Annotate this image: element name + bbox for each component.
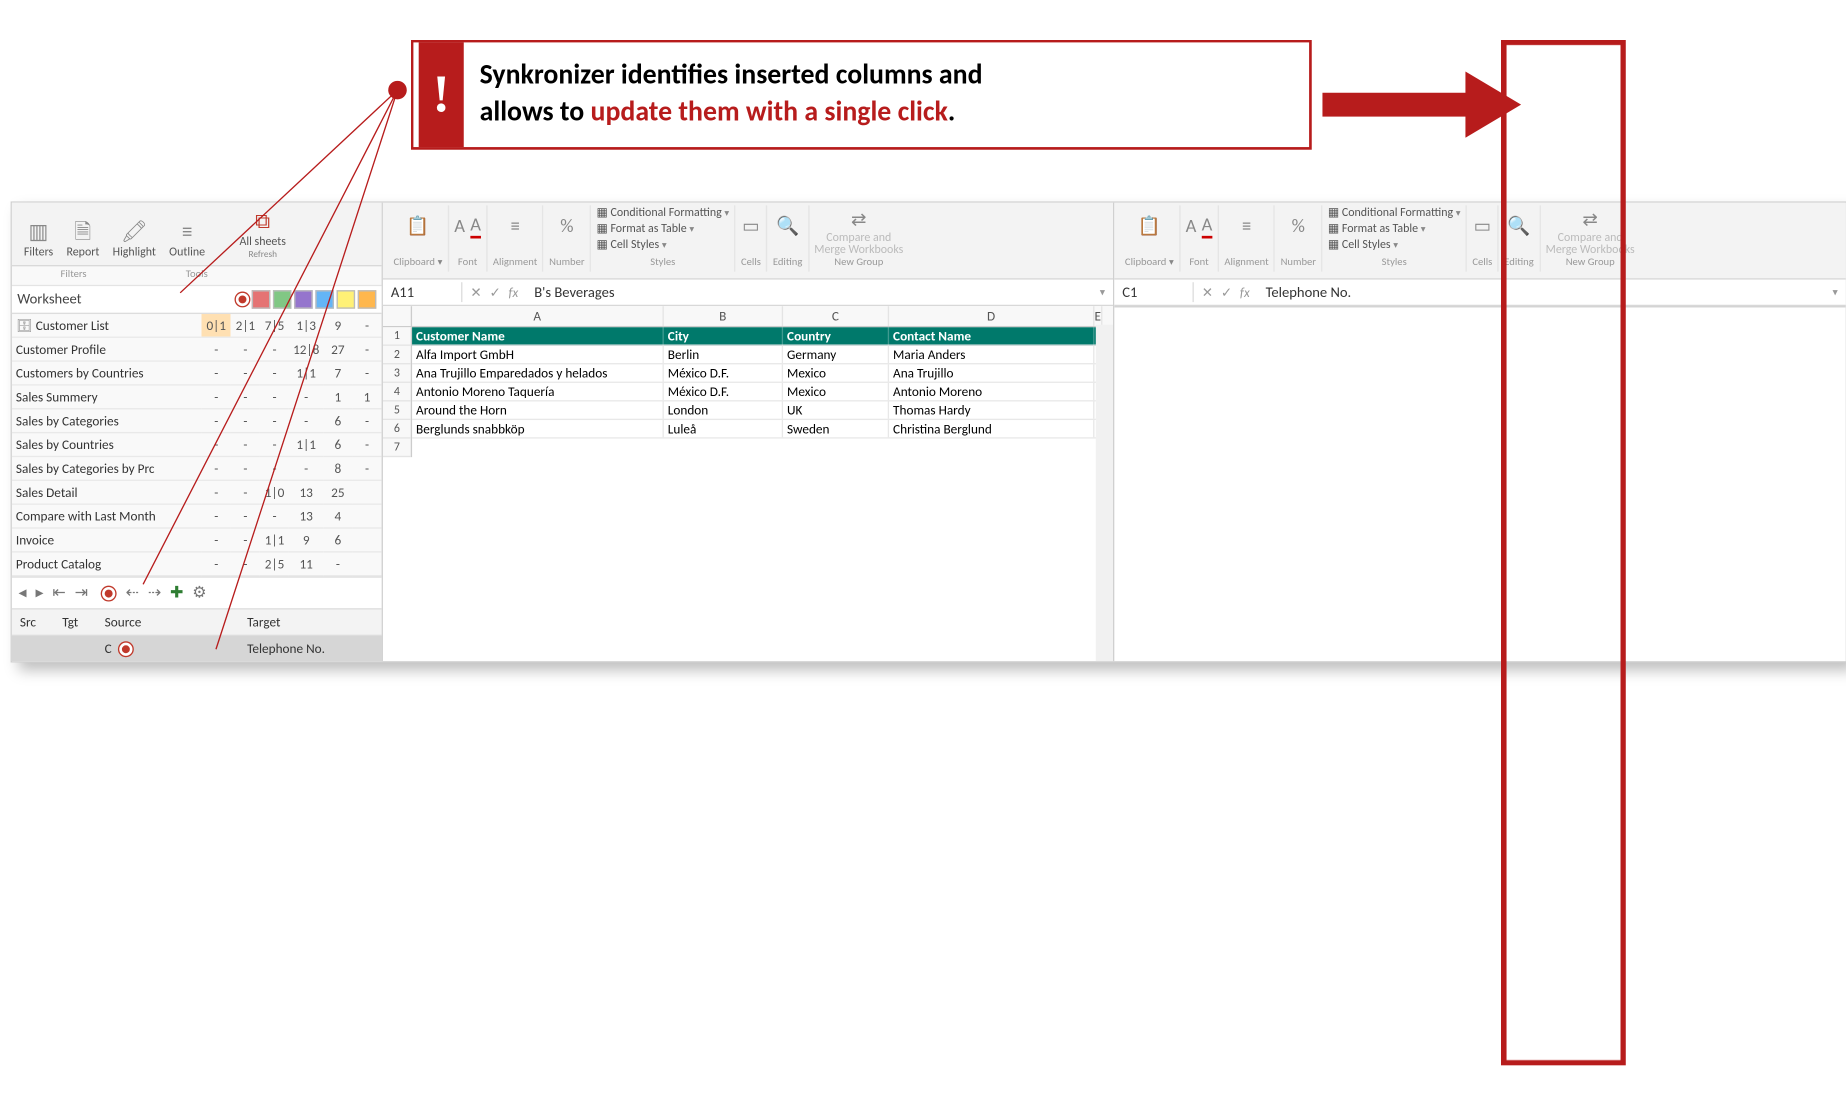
expand-icon[interactable]: ▾ — [1092, 286, 1113, 299]
alignment-group[interactable]: ≡Alignment — [1219, 205, 1275, 271]
spreadsheet-grid[interactable] — [1114, 306, 1845, 661]
red-dot-icon — [236, 292, 249, 305]
scrollbar[interactable] — [1096, 325, 1113, 661]
callout-line2: allows to update them with a single clic… — [480, 93, 1291, 131]
report-button[interactable]: 🗎Report — [60, 217, 106, 262]
number-group[interactable]: %Number — [1275, 205, 1322, 271]
column-header[interactable]: D — [889, 306, 1094, 326]
red-dot-icon — [102, 587, 115, 600]
font-group[interactable]: AAFont — [449, 205, 488, 271]
callout-line1: Synkronizer identifies inserted columns … — [480, 56, 1291, 94]
callout-box: ! Synkronizer identifies inserted column… — [411, 40, 1312, 150]
nav-step-icon[interactable]: ⇠ — [126, 584, 141, 603]
filters-button[interactable]: ▥Filters — [17, 217, 60, 262]
fx-icons[interactable]: ✕ ✓ fx — [1194, 284, 1258, 301]
cancel-icon: ✕ — [470, 284, 481, 301]
filter-chip[interactable] — [294, 290, 313, 309]
red-dot-icon — [119, 643, 132, 656]
expand-icon[interactable]: ▾ — [1825, 286, 1846, 299]
worksheet-row[interactable]: Product Catalog--2|511- — [12, 551, 382, 575]
fx-icon: fx — [1240, 284, 1250, 301]
paste-group[interactable]: 📋Clipboard▾ — [388, 205, 449, 271]
filter-chip[interactable] — [337, 290, 356, 309]
mapping-row[interactable]: C Telephone No. — [12, 635, 382, 660]
navigation-toolbar[interactable]: ◂ ▸ ⇤ ⇥ ⇠ ⇢ ✚ ⚙ — [12, 576, 382, 609]
all-sheets-button[interactable]: ⧉All sheetsRefresh — [233, 207, 293, 262]
styles-group[interactable]: ▦ Conditional Formatting▾▦ Format as Tab… — [591, 205, 735, 271]
cells-group[interactable]: ▭Cells — [736, 205, 768, 271]
editing-group[interactable]: 🔍Editing — [768, 205, 809, 271]
font-group[interactable]: AAFont — [1180, 205, 1219, 271]
filter-chip[interactable] — [315, 290, 334, 309]
worksheet-row[interactable]: Sales Summery----11 — [12, 384, 382, 408]
column-header[interactable]: B — [664, 306, 783, 326]
cancel-icon: ✕ — [1202, 284, 1213, 301]
column-header[interactable]: C — [783, 306, 889, 326]
confirm-icon: ✓ — [489, 284, 500, 301]
nav-step-icon[interactable]: ⇢ — [148, 584, 163, 603]
worksheet-row[interactable]: Sales by Categories by Prc----8- — [12, 456, 382, 480]
mapping-header: Src Tgt Source Target — [12, 609, 382, 636]
formula-bar[interactable]: C1 ✕ ✓ fx Telephone No. ▾ — [1114, 280, 1845, 307]
nav-prev-icon[interactable]: ▸ — [35, 584, 44, 603]
column-header[interactable]: A — [412, 306, 664, 326]
spreadsheet-grid[interactable]: ABCDE 1234567 Customer NameCityCountryCo… — [383, 306, 1113, 661]
editing-group[interactable]: 🔍Editing — [1499, 205, 1540, 271]
fx-icons[interactable]: ✕ ✓ fx — [462, 284, 526, 301]
table-row[interactable]: Antonio Moreno TaqueríaMéxico D.F.Mexico… — [412, 383, 1113, 402]
compare-group[interactable]: ⇄Compare andMerge WorkbooksNew Group — [1540, 205, 1640, 271]
filter-chip[interactable] — [358, 290, 377, 309]
worksheet-row[interactable]: Customers by Countries---1|17- — [12, 361, 382, 385]
highlight-button[interactable]: 🖍Highlight — [106, 217, 163, 262]
workbook-left: 📋Clipboard▾AAFont≡Alignment%Number▦ Cond… — [383, 203, 1114, 661]
worksheet-label: Worksheet — [17, 290, 232, 307]
formula-value[interactable]: Telephone No. — [1258, 282, 1825, 302]
worksheet-list[interactable]: 🗄 Customer List0|12|17|51|39-Customer Pr… — [12, 313, 382, 575]
table-row[interactable]: Alfa Import GmbHBerlinGermanyMaria Ander… — [412, 346, 1113, 365]
worksheet-header: Worksheet — [12, 286, 382, 314]
worksheet-row[interactable]: Sales by Categories----6- — [12, 408, 382, 432]
excel-ribbon[interactable]: 📋Clipboard▾AAFont≡Alignment%Number▦ Cond… — [1114, 203, 1845, 280]
number-group[interactable]: %Number — [544, 205, 591, 271]
sk-section-labels: FiltersTools — [12, 266, 382, 286]
nav-jump-icon[interactable]: ⇥ — [75, 584, 90, 603]
worksheet-row[interactable]: Sales Detail--1|01325 — [12, 480, 382, 504]
filter-chip[interactable] — [252, 290, 271, 309]
table-row[interactable]: Berglunds snabbköpLuleåSwedenChristina B… — [412, 420, 1113, 439]
nav-gear-icon[interactable]: ⚙ — [192, 584, 208, 603]
cells-group[interactable]: ▭Cells — [1467, 205, 1499, 271]
column-header[interactable]: E — [1094, 306, 1102, 326]
arrow-right-icon — [1322, 72, 1521, 138]
name-box[interactable]: A11 — [383, 282, 463, 302]
worksheet-row[interactable]: Compare with Last Month---134 — [12, 504, 382, 528]
alignment-group[interactable]: ≡Alignment — [488, 205, 544, 271]
main-app: ▥Filters 🗎Report 🖍Highlight ≡Outline ⧉Al… — [11, 201, 1846, 662]
compare-group[interactable]: ⇄Compare andMerge WorkbooksNew Group — [809, 205, 909, 271]
nav-jump-icon[interactable]: ⇤ — [52, 584, 67, 603]
confirm-icon: ✓ — [1221, 284, 1232, 301]
formula-value[interactable]: B's Beverages — [526, 282, 1092, 302]
styles-group[interactable]: ▦ Conditional Formatting▾▦ Format as Tab… — [1323, 205, 1467, 271]
synkronizer-panel: ▥Filters 🗎Report 🖍Highlight ≡Outline ⧉Al… — [12, 203, 383, 661]
worksheet-row[interactable]: 🗄 Customer List0|12|17|51|39- — [12, 313, 382, 336]
table-header-row[interactable]: Customer NameCityCountryContact Name — [412, 327, 1113, 346]
table-row[interactable]: Ana Trujillo Emparedados y heladosMéxico… — [412, 364, 1113, 383]
table-row[interactable]: Around the HornLondonUKThomas Hardy — [412, 401, 1113, 420]
worksheet-row[interactable]: Invoice--1|196 — [12, 527, 382, 551]
name-box[interactable]: C1 — [1114, 282, 1194, 302]
filter-chip[interactable] — [273, 290, 292, 309]
workbook-right: 📋Clipboard▾AAFont≡Alignment%Number▦ Cond… — [1114, 203, 1845, 661]
outline-button[interactable]: ≡Outline — [163, 217, 212, 262]
formula-bar[interactable]: A11 ✕ ✓ fx B's Beverages ▾ — [383, 280, 1113, 307]
fx-icon: fx — [509, 284, 519, 301]
exclamation-icon: ! — [419, 42, 464, 146]
database-icon: 🗄 — [16, 316, 36, 333]
nav-more-icon[interactable]: ✚ — [170, 584, 185, 603]
paste-group[interactable]: 📋Clipboard▾ — [1120, 205, 1181, 271]
excel-ribbon[interactable]: 📋Clipboard▾AAFont≡Alignment%Number▦ Cond… — [383, 203, 1113, 280]
sk-ribbon: ▥Filters 🗎Report 🖍Highlight ≡Outline ⧉Al… — [12, 203, 382, 266]
worksheet-row[interactable]: Sales by Countries---1|16- — [12, 432, 382, 456]
nav-first-icon[interactable]: ◂ — [19, 584, 28, 603]
worksheet-row[interactable]: Customer Profile---12|827- — [12, 337, 382, 361]
